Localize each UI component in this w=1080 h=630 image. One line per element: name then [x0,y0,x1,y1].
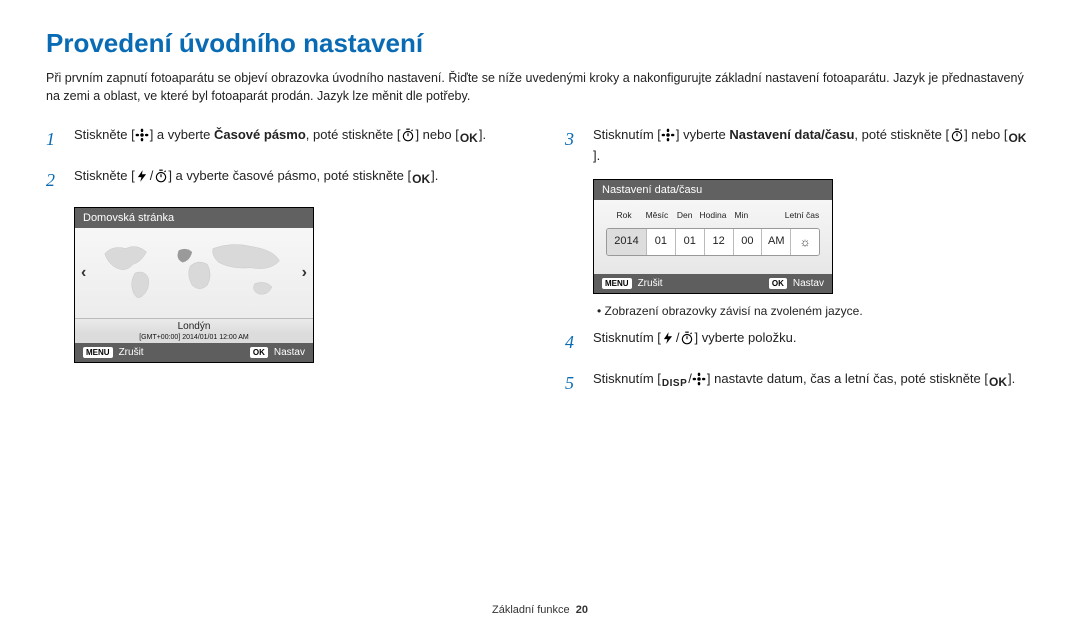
set-label: Nastav [793,278,824,289]
hdr-min: Min [728,210,754,220]
datetime-footer: MENU Zrušit OK Nastav [594,274,832,293]
ok-tag: OK [250,347,268,358]
step-5-text-c: ] nastavte datum, čas a letní čas, poté … [707,371,988,386]
step-2-text-d: ]. [431,168,438,183]
left-column: 1 Stiskněte [ ] a vyberte Časové pásmo, p… [46,125,515,409]
cancel-label: Zrušit [119,347,144,358]
set-label: Nastav [274,347,305,358]
flower-icon [661,128,676,143]
step-5-text-d: ]. [1008,371,1015,386]
page-number: 20 [576,604,588,616]
step-4-number: 4 [565,328,593,357]
timezone-map-area: ‹ › [75,228,313,318]
cancel-label: Zrušit [638,278,663,289]
step-1-text-b: ] a vyberte [150,127,214,142]
datetime-headers: Rok Měsíc Den Hodina Min Letní čas [606,210,820,220]
timer-icon [680,330,695,345]
step-2: 2 Stiskněte [/] a vyberte časové pásmo, … [46,166,515,195]
menu-tag: MENU [602,278,632,289]
page-title: Provedení úvodního nastavení [46,28,1034,59]
spinner-min: 00 [734,229,763,255]
page-footer: Základní funkce 20 [0,604,1080,616]
step-2-number: 2 [46,166,74,195]
timezone-city: Londýn [75,318,313,334]
ok-icon: OK [1007,131,1027,146]
arrow-right-icon: › [302,264,307,282]
timezone-gmt: [GMT+00:00] 2014/01/01 12:00 AM [75,334,313,343]
step-3-text-b: ] vyberte [676,127,729,142]
hdr-hour: Hodina [700,210,727,220]
flower-icon [135,128,150,143]
spinner-ampm: AM [762,229,791,255]
step-2-text-a: Stiskněte [ [74,168,135,183]
step-1-number: 1 [46,125,74,154]
hdr-month: Měsíc [644,210,670,220]
spinner-year: 2014 [607,229,647,255]
step-5-number: 5 [565,369,593,398]
footer-label: Základní funkce [492,604,570,616]
step-1: 1 Stiskněte [ ] a vyberte Časové pásmo, p… [46,125,515,154]
flower-icon [692,371,707,386]
step-1-text-c: , poté stiskněte [ [306,127,401,142]
step-1-text-d: ] nebo [ [415,127,458,142]
arrow-left-icon: ‹ [81,264,86,282]
hdr-dst: Letní čas [784,210,820,220]
spinner-month: 01 [647,229,676,255]
world-map-icon [99,238,289,308]
timezone-footer: MENU Zrušit OK Nastav [75,343,313,362]
timezone-screen: Domovská stránka ‹ › Lon [74,207,314,363]
intro-paragraph: Při prvním zapnutí fotoaparátu se objeví… [46,69,1034,105]
ok-icon: OK [988,374,1008,389]
step-3-text-a: Stisknutím [ [593,127,661,142]
flash-icon [661,330,676,345]
step-1-text-a: Stiskněte [ [74,127,135,142]
timer-icon [400,128,415,143]
step-1-text-e: ]. [479,127,486,142]
ok-icon: OK [459,131,479,146]
ok-icon: OK [411,172,431,187]
step-5-text-a: Stisknutím [ [593,371,661,386]
language-note: Zobrazení obrazovky závisí na zvoleném j… [597,304,1034,318]
step-4-text-c: ] vyberte položku. [695,330,797,345]
ok-tag: OK [769,278,787,289]
step-3-text-c: , poté stiskněte [ [854,127,949,142]
step-3-number: 3 [565,125,593,167]
hdr-year: Rok [606,210,642,220]
step-5: 5 Stisknutím [DISP/] nastavte datum, čas… [565,369,1034,398]
spinner-hour: 12 [705,229,734,255]
datetime-screen: Nastavení data/času Rok Měsíc Den Hodina… [593,179,833,294]
datetime-screen-title: Nastavení data/času [594,180,832,200]
spinner-dst-icon: ☼ [791,229,819,255]
right-column: 3 Stisknutím [ ] vyberte Nastavení data/č… [565,125,1034,409]
step-4: 4 Stisknutím [/] vyberte položku. [565,328,1034,357]
disp-icon: DISP [661,376,688,391]
timer-icon [153,169,168,184]
timer-icon [949,128,964,143]
menu-tag: MENU [83,347,113,358]
step-3-text-d: ] nebo [ [964,127,1007,142]
step-3: 3 Stisknutím [ ] vyberte Nastavení data/č… [565,125,1034,167]
step-2-text-c: ] a vyberte časové pásmo, poté stiskněte… [168,168,411,183]
step-3-bold: Nastavení data/času [729,127,854,142]
step-3-text-e: ]. [593,148,600,163]
spinner-day: 01 [676,229,705,255]
step-4-text-a: Stisknutím [ [593,330,661,345]
flash-icon [135,169,150,184]
datetime-spinners: 2014 01 01 12 00 AM ☼ [606,228,820,256]
timezone-screen-title: Domovská stránka [75,208,313,228]
step-1-bold: Časové pásmo [214,127,306,142]
hdr-day: Den [672,210,698,220]
